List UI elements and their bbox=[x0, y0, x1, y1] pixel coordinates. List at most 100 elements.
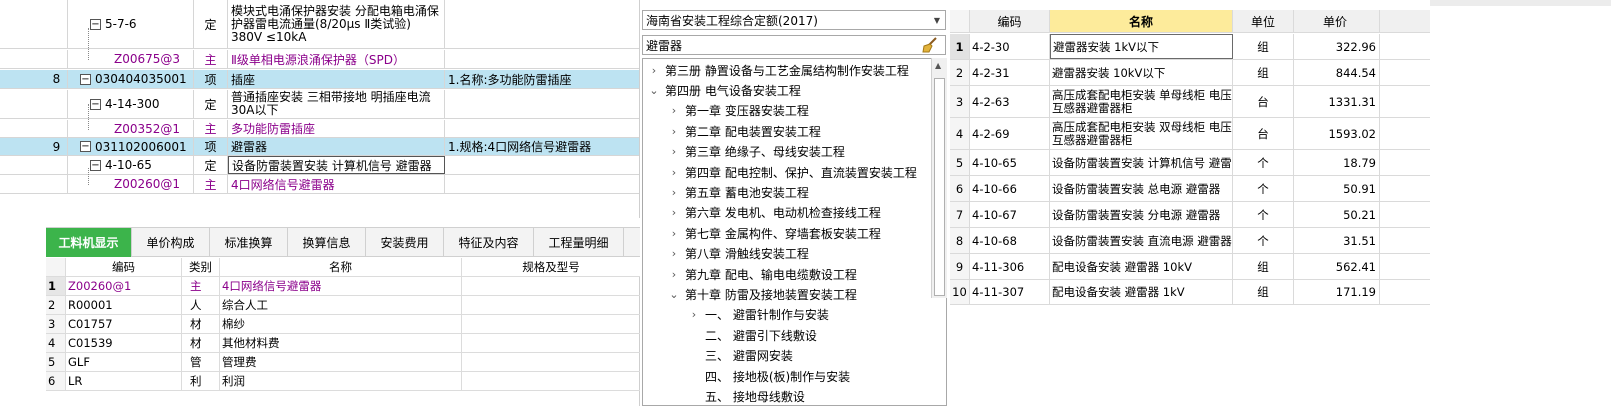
table-row[interactable]: Z00352@1 主 多功能防雷插座 bbox=[0, 120, 639, 138]
row-index: 4 bbox=[46, 334, 66, 352]
row-name: 配电设备安装 避雷器 10kV bbox=[1050, 254, 1233, 279]
table-row[interactable]: 4 4-2-69 高压成套配电柜安装 双母线柜 电压互感器避雷器柜台 1593.02 bbox=[950, 118, 1430, 150]
tab-installation-fee[interactable]: 安装费用 bbox=[366, 228, 444, 257]
chevron-right-icon[interactable]: › bbox=[667, 227, 681, 240]
row-index: 9 bbox=[46, 138, 68, 155]
row-name[interactable]: 设备防雷装置安装 计算机信号 避雷器 bbox=[228, 156, 445, 174]
chevron-right-icon[interactable]: › bbox=[667, 268, 681, 281]
tab-conversion-info[interactable]: 换算信息 bbox=[288, 228, 366, 257]
tab-materials-display[interactable]: 工料机显示 bbox=[46, 228, 132, 257]
index-header bbox=[46, 258, 66, 276]
tab-quantity-details[interactable]: 工程量明细 bbox=[534, 228, 624, 257]
table-row[interactable]: − 4-10-65 定 设备防雷装置安装 计算机信号 避雷器 bbox=[0, 156, 639, 175]
table-row[interactable]: 6 4-10-66 设备防雷装置安装 总电源 避雷器个 50.91 bbox=[950, 176, 1430, 202]
table-row[interactable]: 7 4-10-67 设备防雷装置安装 分电源 避雷器个 50.21 bbox=[950, 202, 1430, 228]
tree-node[interactable]: 四、 接地极(板)制作与安装 bbox=[687, 366, 850, 386]
header-name[interactable]: 名称 bbox=[220, 258, 462, 276]
header-code[interactable]: 编码 bbox=[66, 258, 182, 276]
table-row[interactable]: 5 4-10-65 设备防雷装置安装 计算机信号 避雷器个 18.79 bbox=[950, 150, 1430, 176]
row-index: 9 bbox=[950, 254, 970, 279]
table-row[interactable]: 9 4-11-306 配电设备安装 避雷器 10kV 组 562.41 bbox=[950, 254, 1430, 280]
header-unit[interactable]: 单位 bbox=[1233, 10, 1294, 32]
tree-node[interactable]: ⌄ 第十章 防雷及接地装置安装工程 bbox=[667, 284, 856, 304]
collapse-toggle-icon[interactable]: − bbox=[90, 98, 101, 110]
header-name[interactable]: 名称 bbox=[1050, 10, 1233, 32]
scroll-up-icon[interactable]: ▲ bbox=[935, 61, 941, 70]
tree-node[interactable]: › 一、 避雷针制作与安装 bbox=[687, 305, 829, 325]
tree-node[interactable]: › 第三章 绝缘子、母线安装工程 bbox=[667, 142, 845, 162]
table-row[interactable]: 5 GLF 管 管理费 bbox=[46, 353, 640, 372]
chevron-right-icon[interactable]: › bbox=[647, 64, 661, 77]
row-type: 主 bbox=[194, 50, 228, 68]
chevron-right-icon[interactable]: › bbox=[667, 166, 681, 179]
row-name: 设备防雷装置安装 直流电源 避雷器 bbox=[1050, 228, 1233, 253]
tree-node[interactable]: 二、 避雷引下线敷设 bbox=[687, 325, 817, 345]
tree-scrollbar[interactable]: ▲ bbox=[931, 58, 947, 298]
row-type: 主 bbox=[194, 175, 228, 193]
chevron-right-icon[interactable]: › bbox=[667, 206, 681, 219]
tree-node[interactable]: › 第九章 配电、输电电缆敷设工程 bbox=[667, 264, 857, 284]
table-row[interactable]: 1 Z00260@1 主 4口网络信号避雷器 bbox=[46, 277, 640, 296]
clear-broom-icon[interactable] bbox=[921, 37, 939, 56]
tree-node[interactable]: › 第五章 蓄电池安装工程 bbox=[667, 182, 809, 202]
table-row[interactable]: 8 4-10-68 设备防雷装置安装 直流电源 避雷器个 31.51 bbox=[950, 228, 1430, 254]
tree-node[interactable]: 五、 接地母线敷设 bbox=[687, 386, 805, 405]
tree-node[interactable]: › 第八章 滑触线安装工程 bbox=[667, 244, 809, 264]
table-row[interactable]: − 5-7-6 定 模块式电涌保护器安装 分配电箱电涌保护器雷电流通量(8/20… bbox=[0, 0, 639, 49]
chevron-right-icon[interactable]: › bbox=[667, 104, 681, 117]
row-code: GLF bbox=[66, 353, 182, 371]
table-row[interactable]: Z00260@1 主 4口网络信号避雷器 bbox=[0, 175, 639, 194]
table-row[interactable]: 2 4-2-31 避雷器安装 10kV以下组 844.54 bbox=[950, 60, 1430, 86]
header-code[interactable]: 编码 bbox=[970, 10, 1050, 32]
row-name: 高压成套配电柜安装 单母线柜 电压互感器避雷器柜 bbox=[1050, 86, 1233, 117]
row-price: 562.41 bbox=[1294, 254, 1380, 279]
table-row[interactable]: 1 4-2-30 避雷器安装 1kV以下组 322.96 bbox=[950, 34, 1430, 60]
row-spec bbox=[462, 277, 640, 295]
tab-standard-conversion[interactable]: 标准换算 bbox=[210, 228, 288, 257]
tab-features-content[interactable]: 特征及内容 bbox=[444, 228, 534, 257]
tree-node[interactable]: › 第四章 配电控制、保护、直流装置安装工程 bbox=[667, 162, 917, 182]
scrollbar-thumb[interactable] bbox=[934, 78, 945, 296]
tree-connector bbox=[88, 104, 89, 130]
header-spec[interactable]: 规格及型号 bbox=[462, 258, 640, 276]
row-code: Z00675@3 bbox=[68, 50, 194, 68]
chevron-down-icon[interactable]: ⌄ bbox=[647, 84, 661, 97]
search-field[interactable] bbox=[642, 35, 946, 55]
row-price: 1331.31 bbox=[1294, 86, 1380, 117]
chevron-right-icon[interactable]: › bbox=[667, 125, 681, 138]
collapse-toggle-icon[interactable]: − bbox=[90, 159, 101, 171]
tree-node[interactable]: › 第三册 静置设备与工艺金属结构制作安装工程 bbox=[647, 60, 909, 80]
collapse-toggle-icon[interactable]: − bbox=[80, 73, 91, 85]
chevron-right-icon[interactable]: › bbox=[667, 186, 681, 199]
chevron-right-icon[interactable]: › bbox=[667, 145, 681, 158]
tree-node[interactable]: ⌄ 第四册 电气设备安装工程 bbox=[647, 80, 800, 100]
chevron-right-icon[interactable]: › bbox=[687, 308, 701, 321]
table-row[interactable]: − 4-14-300 定 普通插座安装 三相带接地 明插座电流30A以下 bbox=[0, 90, 639, 119]
quota-library-select[interactable]: 海南省安装工程综合定额(2017) ▼ bbox=[642, 10, 946, 30]
tree-node[interactable]: › 第七章 金属构件、穿墙套板安装工程 bbox=[667, 223, 881, 243]
table-row[interactable]: 3 4-2-63 高压成套配电柜安装 单母线柜 电压互感器避雷器柜台 1331.31 bbox=[950, 86, 1430, 118]
header-price[interactable]: 单价 bbox=[1294, 10, 1380, 32]
tree-node[interactable]: › 第二章 配电装置安装工程 bbox=[667, 121, 821, 141]
collapse-toggle-icon[interactable]: − bbox=[80, 141, 91, 152]
row-type: 定 bbox=[194, 0, 228, 48]
tree-node[interactable]: 三、 避雷网安装 bbox=[687, 346, 793, 366]
tab-price-composition[interactable]: 单价构成 bbox=[132, 228, 210, 257]
table-row[interactable]: 4 C01539 材 其他材料费 bbox=[46, 334, 640, 353]
table-row[interactable]: 10 4-11-307 配电设备安装 避雷器 1kV 组 171.19 bbox=[950, 280, 1430, 305]
table-row[interactable]: 9 − 031102006001 项 避雷器 1.规格:4口网络信号避雷器 bbox=[0, 138, 639, 156]
dropdown-arrow-icon[interactable]: ▼ bbox=[934, 16, 940, 25]
chevron-right-icon[interactable]: › bbox=[667, 247, 681, 260]
header-category[interactable]: 类别 bbox=[182, 258, 220, 276]
chevron-down-icon[interactable]: ⌄ bbox=[667, 288, 681, 301]
table-row[interactable]: 8 − 030404035001 项 插座 1.名称:多功能防雷插座 bbox=[0, 70, 639, 89]
table-row[interactable]: Z00675@3 主 Ⅱ级单相电源浪涌保护器（SPD） bbox=[0, 50, 639, 69]
table-row[interactable]: 3 C01757 材 棉纱 bbox=[46, 315, 640, 334]
search-input[interactable] bbox=[646, 38, 906, 52]
tree-node-label: 第七章 金属构件、穿墙套板安装工程 bbox=[685, 226, 881, 241]
tree-node[interactable]: › 第六章 发电机、电动机检查接线工程 bbox=[667, 203, 881, 223]
table-row[interactable]: 6 LR 利 利润 bbox=[46, 372, 640, 391]
collapse-toggle-icon[interactable]: − bbox=[90, 18, 101, 30]
table-row[interactable]: 2 R00001 人 综合人工 bbox=[46, 296, 640, 315]
tree-node[interactable]: › 第一章 变压器安装工程 bbox=[667, 101, 809, 121]
